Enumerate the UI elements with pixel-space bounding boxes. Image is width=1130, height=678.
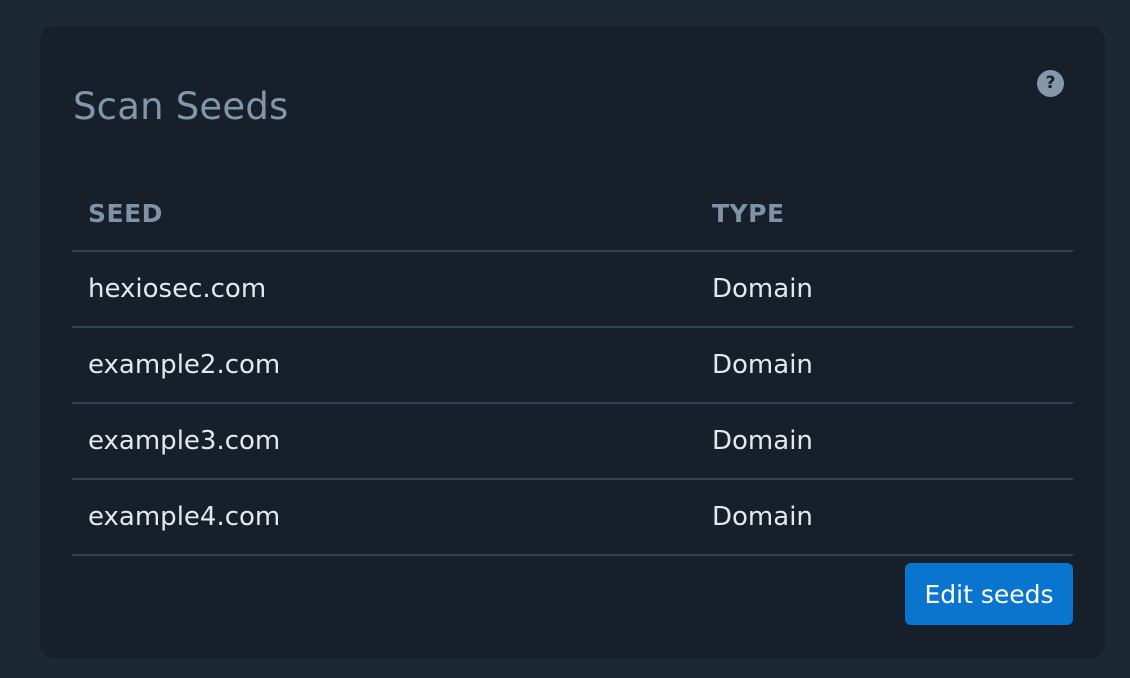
table-row: hexiosec.com Domain (72, 251, 1073, 328)
seed-cell: hexiosec.com (72, 251, 696, 328)
table-row: example3.com Domain (72, 403, 1073, 480)
table-header-row: SEED TYPE (72, 176, 1073, 252)
card-title: Scan Seeds (73, 85, 289, 128)
scan-seeds-card: Scan Seeds ? SEED TYPE hexiosec.com Doma… (40, 26, 1105, 658)
seed-cell: example2.com (72, 327, 696, 404)
help-icon[interactable]: ? (1037, 70, 1064, 97)
type-cell: Domain (696, 403, 1073, 480)
table-row: example4.com Domain (72, 479, 1073, 556)
type-cell: Domain (696, 479, 1073, 556)
edit-seeds-button[interactable]: Edit seeds (905, 563, 1073, 625)
type-cell: Domain (696, 327, 1073, 404)
column-header-seed: SEED (72, 176, 696, 252)
type-cell: Domain (696, 251, 1073, 328)
seed-cell: example3.com (72, 403, 696, 480)
seed-cell: example4.com (72, 479, 696, 556)
seeds-table: SEED TYPE hexiosec.com Domain example2.c… (72, 176, 1073, 556)
table-row: example2.com Domain (72, 327, 1073, 404)
column-header-type: TYPE (696, 176, 1073, 252)
